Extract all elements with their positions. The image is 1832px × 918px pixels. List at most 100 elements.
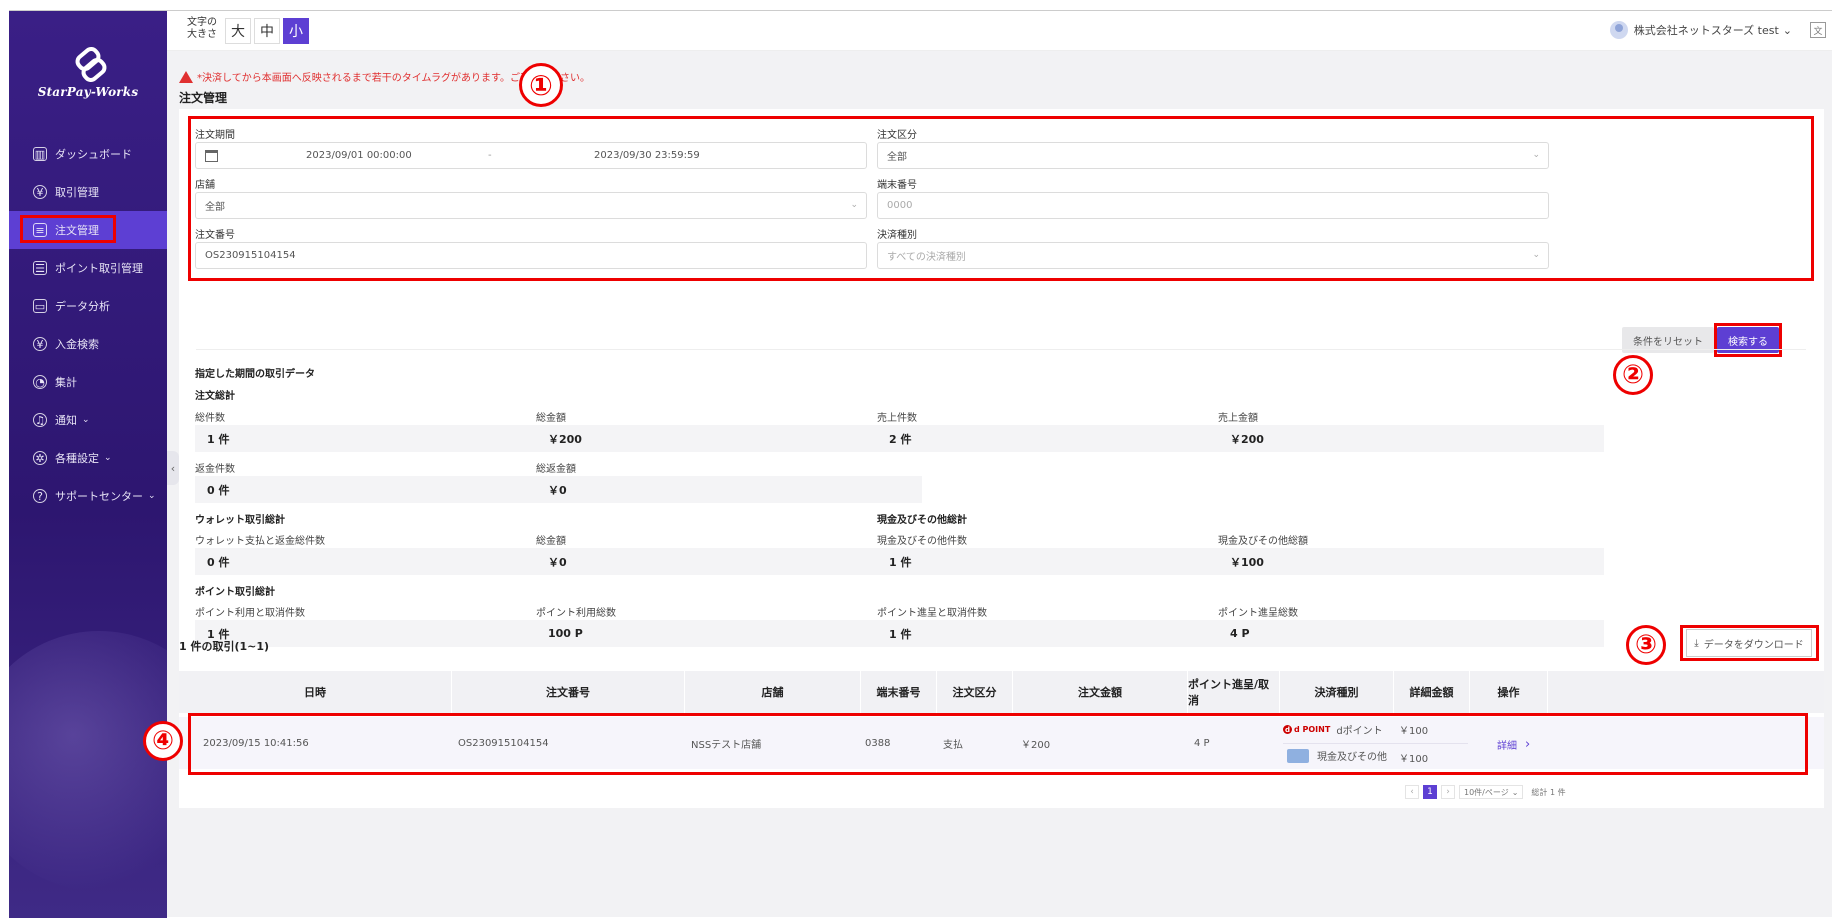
chevron-down-icon: ⌄ — [850, 200, 858, 210]
user-menu[interactable]: 株式会社ネットスターズ test ⌄ — [1609, 21, 1792, 39]
stat-label: ポイント利用と取消件数 — [195, 608, 305, 619]
globe-background — [9, 631, 167, 891]
wallet-total-title: ウォレット取引総計 — [195, 515, 285, 526]
stat-label: 返金件数 — [195, 464, 235, 475]
chevron-down-icon: ⌄ — [1511, 787, 1519, 797]
top-bar: 文字の大きさ 大 中 小 株式会社ネットスターズ test ⌄ 文 — [167, 11, 1832, 51]
sidebar-nav: ▥ ダッシュボード ¥ 取引管理 ≡ 注文管理 ☰ ポイント取引管理 ▭ データ… — [9, 135, 167, 515]
stat-label: ポイント利用総数 — [536, 608, 616, 619]
order-type-select[interactable]: 全部 ⌄ — [877, 142, 1549, 169]
column-header: 注文区分 — [937, 671, 1013, 713]
prev-page-button[interactable]: ‹ — [1405, 785, 1419, 799]
sidebar-item-label: 取引管理 — [55, 186, 99, 199]
pagination: ‹ 1 › 10件/ページ ⌄ 総計 1 件 — [1405, 785, 1566, 799]
page-size-value: 10件/ページ — [1464, 787, 1509, 797]
stat-label: 総返金額 — [536, 464, 576, 475]
stat-value: 4 P — [1218, 620, 1604, 647]
payment-type-select[interactable]: すべての決済種別 ⌄ — [877, 242, 1549, 269]
order-total-title: 注文総計 — [195, 391, 235, 402]
logo-icon — [73, 47, 103, 77]
main-content: *決済してから本画面へ反映されるまで若干のタイムラグがあります。ご了承ください。… — [143, 51, 1832, 918]
stat-label: 現金及びその他件数 — [877, 536, 967, 547]
stat-value: ￥0 — [536, 548, 922, 575]
sidebar-item-label: 各種設定 — [55, 452, 99, 465]
monitor-chart-icon: ▭ — [33, 299, 47, 313]
date-start: 2023/09/01 00:00:00 — [306, 150, 412, 161]
column-header: 日時 — [179, 671, 452, 713]
highlight-frame — [20, 215, 116, 243]
stat-value: 1 件 — [877, 548, 1263, 575]
chevron-down-icon: ⌄ — [1782, 23, 1792, 37]
chevron-down-icon: ⌄ — [104, 453, 112, 463]
sidebar-item-label: 集計 — [55, 376, 77, 389]
summary-section-title: 指定した期間の取引データ — [195, 369, 315, 380]
page-number-button[interactable]: 1 — [1423, 785, 1437, 799]
period-label: 注文期間 — [195, 130, 235, 141]
page-title: 注文管理 — [179, 91, 228, 105]
store-value: 全部 — [205, 202, 225, 213]
sidebar-item-notifications[interactable]: ♫ 通知 ⌄ — [9, 401, 167, 439]
font-size-large-button[interactable]: 大 — [225, 18, 251, 44]
sidebar-item-label: ダッシュボード — [55, 148, 132, 161]
column-header: 注文番号 — [452, 671, 685, 713]
annotation-marker-4: ④ — [143, 721, 183, 761]
next-page-button[interactable]: › — [1441, 785, 1455, 799]
store-select[interactable]: 全部 ⌄ — [195, 192, 867, 219]
store-label: 店舗 — [195, 180, 215, 191]
stat-value: ￥100 — [1218, 548, 1604, 575]
date-separator: - — [488, 150, 492, 161]
font-size-medium-button[interactable]: 中 — [254, 18, 280, 44]
stat-label: ポイント進呈と取消件数 — [877, 608, 987, 619]
sidebar-item-aggregate[interactable]: ◔ 集計 — [9, 363, 167, 401]
language-icon[interactable]: 文 — [1810, 22, 1826, 38]
stat-value: 100 P — [536, 620, 922, 647]
stat-label: 総件数 — [195, 413, 225, 424]
chevron-down-icon: ⌄ — [1532, 250, 1540, 260]
stat-value: ￥0 — [536, 476, 922, 503]
sidebar-item-analytics[interactable]: ▭ データ分析 — [9, 287, 167, 325]
settings-icon: ✲ — [33, 451, 47, 465]
calendar-icon — [205, 149, 218, 162]
stat-label: 総金額 — [536, 536, 566, 547]
app-window: StarPay-Works ▥ ダッシュボード ¥ 取引管理 ≡ 注文管理 ☰ … — [9, 10, 1832, 918]
terminal-input[interactable]: 0000 — [877, 192, 1549, 219]
pie-chart-icon: ◔ — [33, 375, 47, 389]
sidebar-item-label: サポートセンター — [55, 490, 143, 503]
avatar — [1609, 21, 1628, 39]
column-header: 端末番号 — [861, 671, 937, 713]
sidebar-item-transactions[interactable]: ¥ 取引管理 — [9, 173, 167, 211]
sidebar-item-points[interactable]: ☰ ポイント取引管理 — [9, 249, 167, 287]
annotation-marker-3: ③ — [1626, 625, 1666, 665]
sidebar-item-support[interactable]: ? サポートセンター ⌄ — [9, 477, 167, 515]
table-header: 日時 注文番号 店舗 端末番号 注文区分 注文金額 ポイント進呈/取消 決済種別… — [179, 671, 1824, 713]
sidebar-item-deposit-search[interactable]: ¥ 入金検索 — [9, 325, 167, 363]
payment-type-placeholder: すべての決済種別 — [887, 252, 966, 263]
coin-icon: ¥ — [33, 337, 47, 351]
chart-icon: ▥ — [33, 147, 47, 161]
sidebar-item-dashboard[interactable]: ▥ ダッシュボード — [9, 135, 167, 173]
date-range-picker[interactable]: 2023/09/01 00:00:00 - 2023/09/30 23:59:5… — [195, 142, 867, 169]
highlight-frame — [1680, 625, 1819, 661]
stat-value: 1 件 — [877, 620, 1263, 647]
chevron-down-icon: ⌄ — [82, 415, 90, 425]
search-panel: 注文期間 2023/09/01 00:00:00 - 2023/09/30 23… — [179, 109, 1824, 723]
total-count: 総計 1 件 — [1531, 787, 1566, 797]
payment-type-label: 決済種別 — [877, 230, 917, 241]
annotation-marker-1: ① — [519, 63, 563, 107]
sidebar-item-settings[interactable]: ✲ 各種設定 ⌄ — [9, 439, 167, 477]
page-size-select[interactable]: 10件/ページ ⌄ — [1459, 785, 1524, 799]
date-end: 2023/09/30 23:59:59 — [594, 150, 700, 161]
font-size-small-button[interactable]: 小 — [283, 18, 309, 44]
sidebar-item-label: 入金検索 — [55, 338, 99, 351]
logo-text: StarPay-Works — [37, 85, 139, 99]
font-size-label: 文字の大きさ — [187, 17, 217, 40]
money-bag-icon: ¥ — [33, 185, 47, 199]
annotation-marker-2: ② — [1613, 355, 1653, 395]
chevron-down-icon: ⌄ — [1532, 150, 1540, 160]
sidebar-item-label: データ分析 — [55, 300, 110, 313]
sidebar-item-orders[interactable]: ≡ 注文管理 — [9, 211, 167, 249]
stat-value: 0 件 — [195, 548, 581, 575]
order-no-input[interactable]: OS230915104154 — [195, 242, 867, 269]
sidebar-item-label: ポイント取引管理 — [55, 262, 143, 275]
bell-icon: ♫ — [33, 413, 47, 427]
